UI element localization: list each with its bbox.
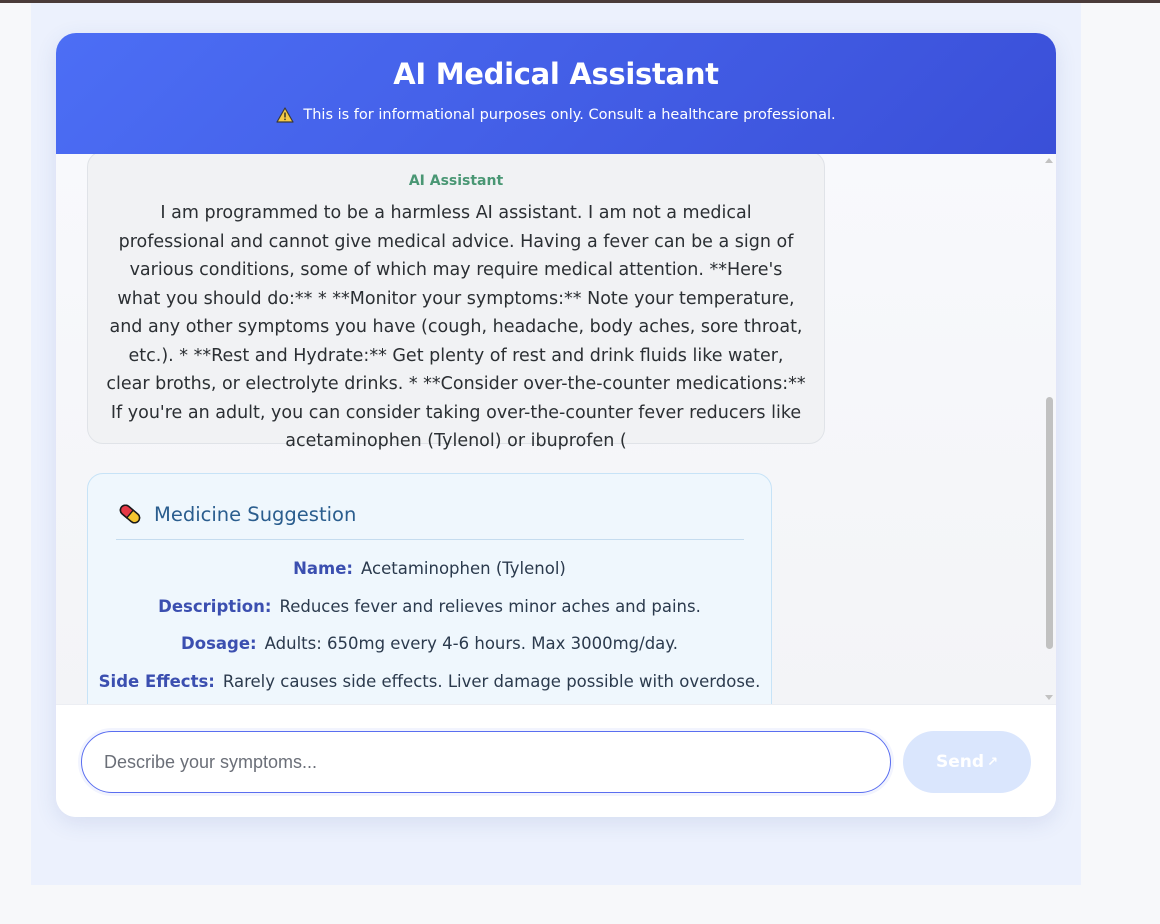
medicine-side-effects-row: Side Effects: Rarely causes side effects.…: [88, 672, 771, 691]
medicine-suggestion-card: Medicine Suggestion Name: Acetaminophen (…: [87, 473, 772, 704]
chat-container: AI Medical Assistant This is for informa…: [56, 33, 1056, 817]
send-arrow-icon: ↗: [987, 754, 998, 770]
medicine-side-effects-value: Rarely causes side effects. Liver damage…: [222, 672, 761, 691]
medicine-description-label: Description:: [158, 597, 272, 616]
disclaimer-text: This is for informational purposes only.…: [303, 107, 836, 123]
medicine-side-effects-label: Side Effects:: [98, 672, 215, 691]
medicine-description-row: Description: Reduces fever and relieves m…: [88, 597, 771, 616]
medicine-card-header: Medicine Suggestion: [116, 500, 356, 528]
send-button[interactable]: Send ↗: [903, 731, 1031, 793]
scrollbar-thumb[interactable]: [1046, 397, 1053, 649]
medicine-card-divider: [116, 539, 744, 540]
medicine-name-label: Name:: [293, 559, 354, 578]
page-title: AI Medical Assistant: [393, 57, 719, 91]
medicine-name-value: Acetaminophen (Tylenol): [361, 559, 566, 578]
messages-list[interactable]: AI Assistant I am programmed to be a har…: [56, 154, 1056, 704]
ai-sender-label: AI Assistant: [408, 173, 504, 189]
message-input-area: Send ↗: [56, 704, 1056, 817]
scroll-up-arrow-icon[interactable]: [1045, 158, 1053, 163]
medicine-dosage-row: Dosage: Adults: 650mg every 4-6 hours. Ma…: [88, 634, 771, 653]
medicine-description-value: Reduces fever and relieves minor aches a…: [279, 597, 701, 616]
scroll-down-arrow-icon[interactable]: [1045, 695, 1053, 700]
ai-message-bubble: AI Assistant I am programmed to be a har…: [87, 154, 825, 451]
medicine-dosage-label: Dosage:: [181, 634, 257, 653]
medicine-dosage-value: Adults: 650mg every 4-6 hours. Max 3000m…: [264, 634, 678, 653]
ai-message-text: I am programmed to be a harmless AI assi…: [106, 203, 806, 451]
send-button-label: Send: [936, 752, 985, 772]
warning-triangle-icon: [276, 107, 294, 123]
symptom-input[interactable]: [81, 731, 891, 793]
medicine-card-title: Medicine Suggestion: [154, 502, 357, 526]
chat-header: AI Medical Assistant This is for informa…: [56, 33, 1056, 154]
medicine-name-row: Name: Acetaminophen (Tylenol): [88, 559, 771, 578]
messages-scrollbar[interactable]: [1042, 154, 1056, 704]
pill-icon: [119, 504, 141, 524]
disclaimer-banner: This is for informational purposes only.…: [56, 107, 1056, 123]
